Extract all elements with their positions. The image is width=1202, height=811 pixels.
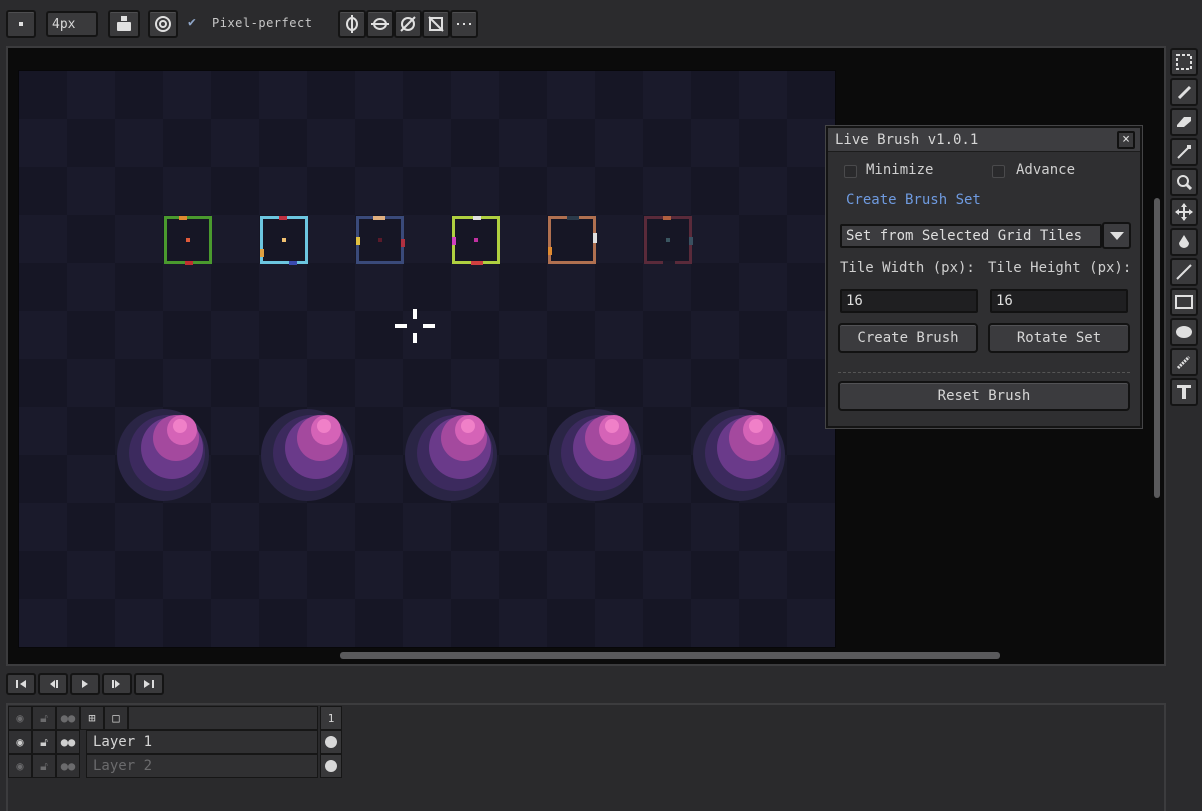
cel[interactable] — [320, 730, 342, 754]
brush-preview-icon[interactable] — [6, 10, 36, 38]
advance-label: Advance — [1016, 162, 1076, 178]
move-icon[interactable] — [1170, 198, 1198, 226]
paint-bucket-icon[interactable] — [1170, 228, 1198, 256]
minimize-label: Minimize — [866, 162, 934, 178]
lock-icon[interactable]: 🔓︎ — [32, 754, 56, 778]
brush-source-select[interactable]: Set from Selected Grid Tiles — [840, 224, 1102, 248]
dialog-title: Live Brush v1.0.1 — [828, 128, 1140, 152]
cel[interactable] — [320, 754, 342, 778]
grid-tile — [356, 216, 405, 264]
pressure-icon[interactable] — [148, 10, 178, 38]
symmetry-vertical-icon[interactable] — [338, 10, 366, 38]
more-options-icon[interactable] — [450, 10, 478, 38]
eye-icon[interactable]: ◉ — [8, 706, 32, 730]
marquee-select-icon[interactable] — [1170, 48, 1198, 76]
chevron-down-icon[interactable] — [1102, 222, 1131, 249]
pixel-perfect-label: Pixel-perfect — [212, 16, 313, 30]
grid-tile — [452, 216, 500, 265]
sphere-sprite — [549, 409, 645, 505]
link-icon[interactable]: ●● — [56, 730, 80, 754]
next-frame-icon[interactable] — [102, 673, 132, 695]
layer-row[interactable]: ◉ 🔓︎ ●● Layer 1 — [8, 730, 344, 754]
eye-icon[interactable]: ◉ — [8, 730, 32, 754]
close-icon[interactable]: × — [1117, 131, 1135, 149]
frame-number[interactable]: 1 — [320, 706, 342, 730]
live-brush-dialog: Live Brush v1.0.1 × Minimize Advance Cre… — [826, 126, 1142, 428]
new-layer-icon[interactable]: ⊞ — [80, 706, 104, 730]
eyedropper-icon[interactable] — [1170, 138, 1198, 166]
create-brush-set-tab[interactable]: Create Brush Set — [846, 192, 981, 208]
horizontal-scrollbar[interactable] — [340, 652, 1000, 659]
pixel-perfect-checkbox[interactable]: ✔ — [188, 16, 202, 30]
advance-checkbox[interactable] — [992, 165, 1005, 178]
link-icon[interactable]: ●● — [56, 754, 80, 778]
play-icon[interactable] — [70, 673, 100, 695]
rectangle-icon[interactable] — [1170, 288, 1198, 316]
sprite-canvas[interactable] — [18, 70, 836, 648]
divider — [838, 372, 1130, 373]
sphere-sprite — [117, 409, 213, 505]
reset-brush-button[interactable]: Reset Brush — [838, 381, 1130, 411]
new-group-icon[interactable]: □ — [104, 706, 128, 730]
symmetry-horizontal-icon[interactable] — [366, 10, 394, 38]
grid-tile — [260, 216, 308, 265]
layer-header-blank — [128, 706, 318, 730]
spray-icon[interactable] — [1170, 348, 1198, 376]
zoom-icon[interactable] — [1170, 168, 1198, 196]
rotate-set-button[interactable]: Rotate Set — [988, 323, 1130, 353]
grid-tile — [644, 216, 693, 265]
symmetry-off-icon[interactable] — [422, 10, 450, 38]
tile-width-input[interactable]: 16 — [840, 289, 978, 313]
pencil-icon[interactable] — [1170, 78, 1198, 106]
ellipse-icon[interactable] — [1170, 318, 1198, 346]
lock-icon[interactable]: 🔓︎ — [32, 730, 56, 754]
tile-width-label: Tile Width (px): — [840, 260, 975, 276]
line-icon[interactable] — [1170, 258, 1198, 286]
vertical-scrollbar[interactable] — [1154, 198, 1160, 498]
last-frame-icon[interactable] — [134, 673, 164, 695]
brush-size-input[interactable]: 4px — [46, 11, 98, 37]
prev-frame-icon[interactable] — [38, 673, 68, 695]
grid-tile — [548, 216, 597, 264]
tile-height-input[interactable]: 16 — [990, 289, 1128, 313]
lock-icon[interactable]: 🔓︎ — [32, 706, 56, 730]
tool-palette — [1168, 46, 1200, 410]
sphere-sprite — [693, 409, 789, 505]
eraser-icon[interactable] — [1170, 108, 1198, 136]
layer-row[interactable]: ◉ 🔓︎ ●● Layer 2 — [8, 754, 344, 778]
create-brush-button[interactable]: Create Brush — [838, 323, 978, 353]
ink-icon[interactable] — [108, 10, 140, 38]
first-frame-icon[interactable] — [6, 673, 36, 695]
eye-icon[interactable]: ◉ — [8, 754, 32, 778]
sphere-sprite — [405, 409, 501, 505]
minimize-checkbox[interactable] — [844, 165, 857, 178]
layers-header: ◉ 🔓︎ ●● ⊞ □ 1 — [8, 706, 344, 730]
grid-tile — [164, 216, 212, 265]
sphere-sprite — [261, 409, 357, 505]
layers-panel: ◉ 🔓︎ ●● ⊞ □ 1 ◉ 🔓︎ ●● Layer 1 ◉ 🔓︎ ●● La… — [6, 703, 1166, 811]
tile-height-label: Tile Height (px): — [988, 260, 1132, 276]
top-toolbar: 4px ✔ Pixel-perfect — [0, 0, 1202, 44]
layer-name[interactable]: Layer 1 — [86, 730, 318, 754]
layer-name[interactable]: Layer 2 — [86, 754, 318, 778]
text-icon[interactable] — [1170, 378, 1198, 406]
link-icon[interactable]: ●● — [56, 706, 80, 730]
symmetry-diagonal-icon[interactable] — [394, 10, 422, 38]
